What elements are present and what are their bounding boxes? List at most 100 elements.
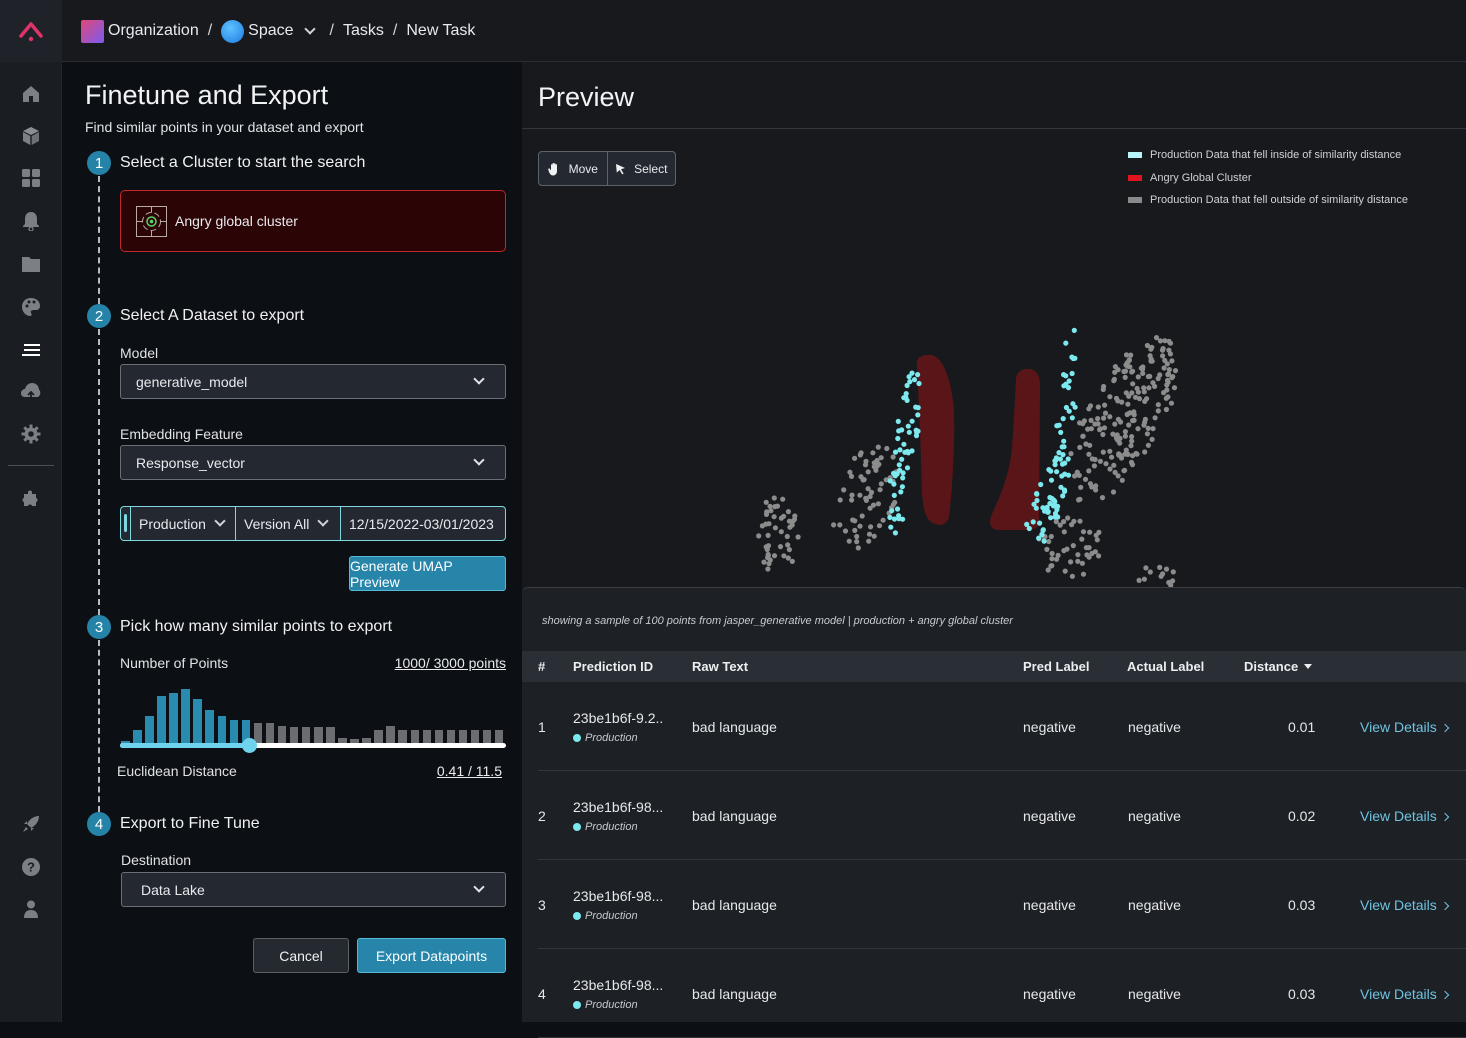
environment-dropdown[interactable]: Production <box>131 507 236 540</box>
filter-color-handle[interactable] <box>121 507 131 540</box>
scatter-point-inside <box>906 429 912 435</box>
actual-label: negative <box>1128 897 1181 913</box>
version-dropdown[interactable]: Version All <box>236 507 341 540</box>
scatter-point-outside <box>1112 369 1118 375</box>
date-range-picker[interactable]: 12/15/2022-03/01/2023 <box>341 507 505 540</box>
sidebar-item-help[interactable]: ? <box>19 855 43 879</box>
sidebar-item-models[interactable] <box>19 124 43 148</box>
scatter-point-outside <box>1107 466 1113 472</box>
view-details-link[interactable]: View Details <box>1360 719 1450 735</box>
scatter-point-inside <box>1036 535 1042 541</box>
export-datapoints-button[interactable]: Export Datapoints <box>357 938 506 973</box>
sidebar-item-upload[interactable] <box>19 380 43 404</box>
sidebar-item-palette[interactable] <box>19 295 43 319</box>
scatter-point-inside <box>896 513 902 519</box>
scatter-point-outside <box>1109 454 1115 460</box>
table-row[interactable]: 2 23be1b6f-98... Production bad language neg… <box>538 771 1466 860</box>
cancel-button[interactable]: Cancel <box>253 938 349 973</box>
column-header-actual-label[interactable]: Actual Label <box>1127 659 1204 674</box>
scatter-point-outside <box>1057 522 1063 528</box>
table-row[interactable]: 3 23be1b6f-98... Production bad language neg… <box>538 860 1466 949</box>
selected-cluster-card[interactable]: Angry global cluster <box>120 190 506 252</box>
chevron-down-icon <box>317 515 330 527</box>
view-details-link[interactable]: View Details <box>1360 808 1450 824</box>
scatter-point-outside <box>1155 402 1161 408</box>
select-tool-button[interactable]: Select <box>606 152 676 185</box>
scatter-point-outside <box>1080 529 1087 535</box>
scatter-point-outside <box>854 539 860 545</box>
scatter-point-outside <box>1143 565 1149 571</box>
scatter-point-outside <box>1122 429 1128 435</box>
scatter-point-outside <box>1122 374 1128 380</box>
view-details-link[interactable]: View Details <box>1360 897 1450 913</box>
sidebar-item-integrations[interactable] <box>19 487 43 511</box>
scatter-point-outside <box>859 513 865 519</box>
slider-thumb[interactable] <box>241 738 257 753</box>
sidebar-item-datasets[interactable] <box>19 252 43 276</box>
chevron-right-icon <box>1440 812 1450 822</box>
distance-slider[interactable] <box>120 738 506 753</box>
euclidean-distance-value[interactable]: 0.41 / 11.5 <box>437 763 502 779</box>
scatter-point-outside <box>785 555 791 561</box>
sidebar-item-profile[interactable] <box>19 897 43 921</box>
scatter-point-outside <box>1077 420 1083 426</box>
scatter-point-inside <box>1061 372 1067 378</box>
environment-tag: Production <box>573 999 638 1011</box>
column-header-prediction-id[interactable]: Prediction ID <box>573 659 653 674</box>
scatter-point-outside <box>1069 522 1075 528</box>
number-of-points-value[interactable]: 1000/ 3000 points <box>395 655 506 671</box>
scatter-point-outside <box>1092 421 1098 427</box>
scatter-point-outside <box>852 455 858 461</box>
scatter-point-outside <box>1075 552 1081 558</box>
scatter-point-inside <box>1072 404 1078 410</box>
scatter-point-outside <box>1053 519 1059 525</box>
scatter-point-outside <box>1116 452 1122 458</box>
scatter-point-inside <box>1037 520 1043 526</box>
table-row[interactable]: 4 23be1b6f-98... Production bad language neg… <box>538 949 1466 1038</box>
column-header-distance[interactable]: Distance <box>1244 659 1313 674</box>
breadcrumb-tasks[interactable]: Tasks <box>343 22 384 40</box>
sidebar-item-getting-started[interactable] <box>19 812 43 836</box>
scatter-point-inside <box>887 478 893 484</box>
row-index: 4 <box>538 986 546 1002</box>
scatter-point-inside <box>899 427 905 433</box>
scatter-point-outside <box>1161 365 1167 371</box>
sidebar-item-home[interactable] <box>19 82 43 106</box>
sidebar-item-settings[interactable] <box>19 422 43 446</box>
scatter-point-outside <box>892 499 898 506</box>
chevron-down-icon[interactable] <box>303 22 316 35</box>
scatter-point-outside <box>867 493 873 500</box>
scatter-point-outside <box>842 528 849 534</box>
scatter-point-outside <box>870 450 876 456</box>
scatter-point-outside <box>875 501 881 507</box>
scatter-point-outside <box>1122 467 1128 473</box>
scatter-point-outside <box>878 455 884 461</box>
scatter-point-inside <box>1059 473 1065 479</box>
scatter-point-outside <box>1153 335 1160 341</box>
scatter-point-outside <box>1107 448 1113 454</box>
generate-umap-preview-button[interactable]: Generate UMAP Preview <box>349 556 506 591</box>
prediction-id: 23be1b6f-9.2.. <box>573 710 664 726</box>
scatter-point-outside <box>857 452 863 458</box>
view-details-link[interactable]: View Details <box>1360 986 1450 1002</box>
table-row[interactable]: 1 23be1b6f-9.2.. Production bad language neg… <box>538 682 1466 771</box>
sidebar-item-tasks[interactable] <box>19 338 43 362</box>
scatter-point-outside <box>1131 417 1137 423</box>
umap-scatter-plot[interactable] <box>522 192 1466 588</box>
breadcrumb-space[interactable]: Space <box>248 22 293 40</box>
app-logo[interactable] <box>0 0 62 62</box>
scatter-point-inside <box>1048 468 1054 474</box>
model-select[interactable]: generative_model <box>120 364 506 399</box>
destination-select[interactable]: Data Lake <box>121 872 506 907</box>
move-tool-button[interactable]: Move <box>539 152 607 185</box>
raw-text: bad language <box>692 897 777 913</box>
breadcrumb-organization[interactable]: Organization <box>108 22 199 40</box>
scatter-point-inside <box>1026 525 1032 532</box>
column-header-index: # <box>538 659 546 674</box>
sidebar-item-monitors[interactable] <box>19 209 43 233</box>
scatter-point-outside <box>781 513 787 519</box>
column-header-raw-text[interactable]: Raw Text <box>692 659 748 674</box>
sidebar-item-dashboards[interactable] <box>19 166 43 190</box>
column-header-pred-label[interactable]: Pred Label <box>1023 659 1089 674</box>
embedding-feature-select[interactable]: Response_vector <box>120 445 506 480</box>
